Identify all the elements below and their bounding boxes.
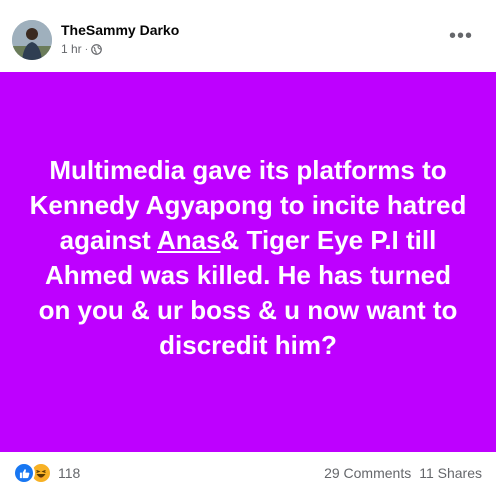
post-text-mention[interactable]: Anas [157,225,221,255]
post-header: TheSammy Darko 1 hr · ••• [0,0,496,70]
post-background-panel: Multimedia gave its platforms to Kennedy… [0,72,496,452]
post-text: Multimedia gave its platforms to Kennedy… [28,153,468,363]
reaction-icons[interactable] [13,462,52,484]
shares-count-link[interactable]: 11 Shares [419,465,482,481]
author-name[interactable]: TheSammy Darko [61,22,179,38]
like-icon [13,462,35,484]
author-avatar[interactable] [12,20,52,60]
post-card: TheSammy Darko 1 hr · ••• Multimedia gav… [0,0,496,496]
globe-icon[interactable] [91,43,102,55]
post-time[interactable]: 1 hr [61,42,82,56]
meta-separator: · [84,43,89,55]
comments-count-link[interactable]: 29 Comments [324,465,411,481]
post-stats: 29 Comments 11 Shares [324,465,482,481]
post-meta: 1 hr · [61,42,102,56]
more-options-button[interactable]: ••• [445,26,477,50]
reaction-count[interactable]: 118 [58,465,80,481]
post-footer: 118 29 Comments 11 Shares [0,452,496,496]
